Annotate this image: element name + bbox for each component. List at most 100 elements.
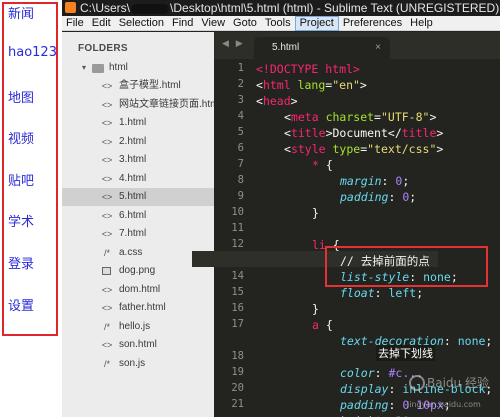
menu-project[interactable]: Project — [294, 16, 339, 31]
line-number: 7 — [237, 158, 244, 170]
code-line: <title>Document</title> — [284, 126, 444, 140]
sidebar-file-item[interactable]: <> 2.html — [62, 133, 214, 151]
title-part-1: C:\Users\ — [80, 1, 131, 15]
sidebar-file-label: 3.html — [119, 154, 147, 165]
nav-link-academic[interactable]: 学术 — [8, 211, 34, 230]
nav-link-tieba[interactable]: 贴吧 — [8, 170, 34, 189]
line-number: 10 — [231, 206, 244, 218]
menu-view[interactable]: View — [197, 16, 229, 31]
code-line: margin: 0; — [340, 174, 410, 188]
line-number: 4 — [237, 110, 244, 122]
code-file-icon: <> — [101, 229, 113, 239]
line-number: 19 — [231, 366, 244, 378]
sidebar-file-item[interactable]: <> 盒子模型.html — [62, 77, 214, 95]
line-number: 20 — [231, 382, 244, 394]
folders-title: FOLDERS — [78, 43, 128, 54]
nav-link-login[interactable]: 登录 — [8, 253, 34, 272]
sidebar-file-label: hello.js — [119, 320, 151, 332]
nav-link-hao123[interactable]: hao123 — [8, 45, 57, 60]
menu-preferences[interactable]: Preferences — [339, 16, 406, 31]
sidebar-file-item[interactable]: <> son.html — [62, 336, 214, 354]
code-editor[interactable]: <!DOCTYPE html> <html lang="en"> <head> … — [256, 59, 500, 417]
annotation-text: 去掉下划线 — [376, 345, 435, 361]
menu-selection[interactable]: Selection — [115, 16, 168, 31]
sidebar-file-item[interactable]: <> father.html — [62, 299, 214, 317]
sublime-app-icon — [65, 2, 76, 13]
menu-bar: File Edit Selection Find View Goto Tools Projec… — [62, 16, 500, 31]
code-line: <style type="text/css"> — [284, 142, 444, 156]
sidebar-file-item[interactable]: <> 网站文章链接页面.html — [62, 96, 214, 114]
folder-label: html — [109, 62, 128, 73]
menu-find[interactable]: Find — [168, 16, 197, 31]
sidebar-file-item[interactable]: <> 5.html — [62, 188, 214, 206]
code-line: <html lang="en"> — [256, 78, 367, 92]
tab-label: 5.html — [272, 42, 300, 53]
folder-html[interactable]: ▾ html — [62, 59, 214, 77]
menu-tools[interactable]: Tools — [261, 16, 295, 31]
sidebar-file-label: father.html — [119, 302, 166, 313]
nav-link-video[interactable]: 视频 — [8, 128, 34, 147]
line-number: 1 — [237, 62, 244, 74]
line-number: 18 — [231, 350, 244, 362]
sidebar-file-label: 7.html — [119, 228, 147, 239]
watermark-url: jingyan.baidu.com — [407, 400, 481, 409]
nav-link-news[interactable]: 新闻 — [8, 3, 34, 22]
sidebar-file-item[interactable]: <> 4.html — [62, 170, 214, 188]
menu-help[interactable]: Help — [406, 16, 437, 31]
comment-file-icon: /* — [103, 247, 110, 258]
code-file-icon: <> — [101, 81, 113, 91]
code-file-icon: <> — [101, 155, 113, 165]
line-number: 14 — [231, 270, 244, 282]
sidebar-file-label: 1.html — [119, 117, 147, 128]
sidebar-file-item[interactable]: <> dom.html — [62, 281, 214, 299]
line-number: 3 — [237, 94, 244, 106]
code-line: a { — [312, 318, 333, 332]
sidebar-file-item[interactable]: /* son.js — [62, 355, 214, 373]
folder-sidebar: FOLDERS ▾ html <> 盒子模型.html <> 网站文章链接页面.htm… — [62, 32, 214, 417]
code-line: <meta charset="UTF-8"> — [284, 110, 437, 124]
sidebar-file-item[interactable]: <> 6.html — [62, 207, 214, 225]
nav-link-settings[interactable]: 设置 — [8, 295, 34, 314]
folder-icon — [92, 64, 104, 73]
baidu-watermark: Baidu 经验 jingyan.baidu.com — [407, 372, 497, 416]
tab-nav-arrows-icon[interactable]: ◀ ▶ — [222, 39, 245, 49]
tab-5-html[interactable]: 5.html × — [254, 37, 390, 59]
nav-list: 新闻 hao123 地图 视频 贴吧 学术 登录 设置 — [0, 0, 62, 417]
sidebar-file-item[interactable]: <> 7.html — [62, 225, 214, 243]
sidebar-file-item[interactable]: /* hello.js — [62, 318, 214, 336]
sidebar-file-label: son.html — [119, 339, 157, 350]
sidebar-file-label: 2.html — [119, 135, 147, 147]
title-part-2: \Desktop\html\5.html (html) - Sublime Te… — [170, 1, 500, 15]
paw-logo-icon — [409, 375, 425, 391]
sidebar-file-label: dom.html — [119, 283, 161, 295]
code-file-icon: <> — [101, 192, 113, 202]
title-bar: C:\Users\ \Desktop\html\5.html (html) - S… — [62, 0, 500, 16]
sidebar-file-item[interactable]: <> 3.html — [62, 151, 214, 169]
nav-link-map[interactable]: 地图 — [8, 87, 34, 106]
line-number-gutter: 123456789101112131415161718192021 — [214, 59, 254, 417]
code-line: padding: 0; — [340, 190, 417, 204]
code-file-icon: <> — [101, 173, 113, 184]
code-file-icon: <> — [101, 99, 113, 110]
code-line: <!DOCTYPE html> — [256, 62, 360, 76]
line-number: 21 — [231, 398, 244, 410]
line-number: 17 — [231, 318, 244, 330]
code-line: } — [312, 302, 319, 316]
code-file-icon: <> — [101, 210, 113, 221]
close-icon[interactable]: × — [375, 37, 381, 59]
code-highlight-box — [325, 246, 488, 287]
menu-edit[interactable]: Edit — [88, 16, 115, 31]
chevron-down-icon[interactable]: ▾ — [82, 59, 86, 77]
line-number: 6 — [237, 142, 244, 154]
tab-bar: ◀ ▶ 5.html × — [214, 32, 500, 59]
comment-file-icon: /* — [103, 321, 110, 332]
line-number: 9 — [237, 190, 244, 202]
menu-goto[interactable]: Goto — [229, 16, 261, 31]
line-number: 11 — [231, 222, 244, 234]
sidebar-file-item[interactable]: <> 1.html — [62, 114, 214, 132]
sidebar-file-label: son.js — [119, 357, 146, 369]
line-number: 16 — [231, 302, 244, 314]
sidebar-file-label: a.css — [119, 246, 143, 258]
sidebar-file-label: dog.png — [119, 265, 156, 276]
menu-file[interactable]: File — [62, 16, 88, 31]
